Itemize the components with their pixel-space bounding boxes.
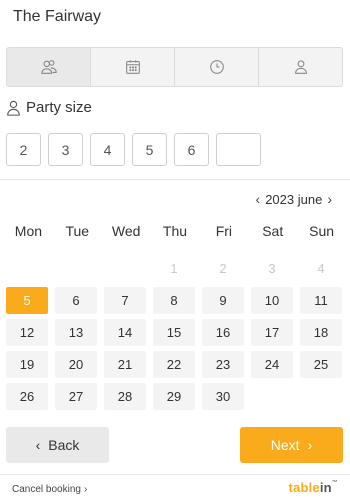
step-party-size[interactable] [7,48,91,86]
weekday-header: Mon Tue Wed Thu Fri Sat Sun [4,223,346,239]
prev-month-button[interactable]: ‹ [256,191,261,207]
party-size-option[interactable]: 2 [6,133,41,166]
cancel-booking-link[interactable]: Cancel booking › [12,484,87,495]
calendar-day[interactable]: 19 [6,351,48,378]
clock-icon [209,60,224,74]
chevron-right-icon: › [83,484,88,495]
calendar-day[interactable]: 25 [300,351,342,378]
footer-divider [0,474,350,475]
calendar-day[interactable]: 12 [6,319,48,346]
calendar-day-disabled: 3 [268,261,276,276]
calendar-day[interactable]: 26 [6,383,48,410]
divider [0,179,350,180]
weekday-label: Tue [65,223,90,239]
chevron-left-icon: ‹ [35,437,41,453]
calendar-day[interactable]: 24 [251,351,293,378]
tablein-logo: tablein™ [289,480,339,495]
calendar-day[interactable]: 29 [153,383,195,410]
calendar-day[interactable]: 6 [55,287,97,314]
next-month-button[interactable]: › [327,191,332,207]
calendar-day[interactable]: 13 [55,319,97,346]
calendar-day[interactable]: 8 [153,287,195,314]
calendar-grid: 1 2 3 4 5 6 7 8 9 10 11 12 13 14 15 16 1… [6,255,344,410]
back-button[interactable]: ‹ Back [6,427,109,463]
weekday-label: Thu [162,223,188,239]
back-button-label: Back [48,437,80,453]
party-size-label: Party size [26,99,92,116]
booking-steps [6,47,343,87]
step-date[interactable] [91,48,175,86]
next-button[interactable]: Next › [240,427,343,463]
party-size-option[interactable]: 3 [48,133,83,166]
calendar-day-selected[interactable]: 5 [6,287,48,314]
calendar-day-disabled: 1 [170,261,178,276]
calendar-icon [125,60,140,74]
calendar-day[interactable]: 17 [251,319,293,346]
weekday-label: Mon [14,223,43,239]
calendar-day[interactable]: 9 [202,287,244,314]
calendar-day-disabled: 4 [317,261,325,276]
person-icon [7,100,20,116]
calendar-day[interactable]: 20 [55,351,97,378]
party-size-custom-input[interactable] [216,133,261,166]
calendar-day[interactable]: 22 [153,351,195,378]
next-button-label: Next [270,437,300,453]
month-label: 2023 june [265,191,323,207]
party-size-option[interactable]: 6 [174,133,209,166]
calendar-day[interactable]: 18 [300,319,342,346]
calendar-day[interactable]: 28 [104,383,146,410]
brand-in: in [319,480,332,495]
month-navigation: ‹ 2023 june › [256,191,332,207]
calendar-day[interactable]: 16 [202,319,244,346]
step-contact[interactable] [259,48,342,86]
calendar-day[interactable]: 15 [153,319,195,346]
calendar-day[interactable]: 30 [202,383,244,410]
step-time[interactable] [175,48,259,86]
brand-trademark: ™ [331,480,338,486]
calendar-empty-cell [104,255,146,282]
calendar-day-disabled: 2 [219,261,227,276]
calendar-day[interactable]: 27 [55,383,97,410]
weekday-label: Sun [309,223,335,239]
cancel-booking-label: Cancel booking [12,484,81,495]
calendar-day[interactable]: 11 [300,287,342,314]
party-size-options: 2 3 4 5 6 [6,133,261,166]
party-size-option[interactable]: 4 [90,133,125,166]
party-size-heading: Party size [6,99,92,116]
calendar-empty-cell [55,255,97,282]
calendar-day[interactable]: 7 [104,287,146,314]
weekday-label: Wed [111,223,141,239]
calendar-day[interactable]: 21 [104,351,146,378]
person-icon [294,60,307,74]
restaurant-title: The Fairway [13,8,102,25]
calendar-empty-cell [6,255,48,282]
people-icon [40,60,57,74]
calendar-day[interactable]: 10 [251,287,293,314]
chevron-right-icon: › [307,437,313,453]
weekday-label: Fri [215,223,233,239]
calendar-day[interactable]: 14 [104,319,146,346]
calendar-day[interactable]: 23 [202,351,244,378]
brand-table: table [288,480,320,495]
party-size-option[interactable]: 5 [132,133,167,166]
weekday-label: Sat [262,223,284,239]
